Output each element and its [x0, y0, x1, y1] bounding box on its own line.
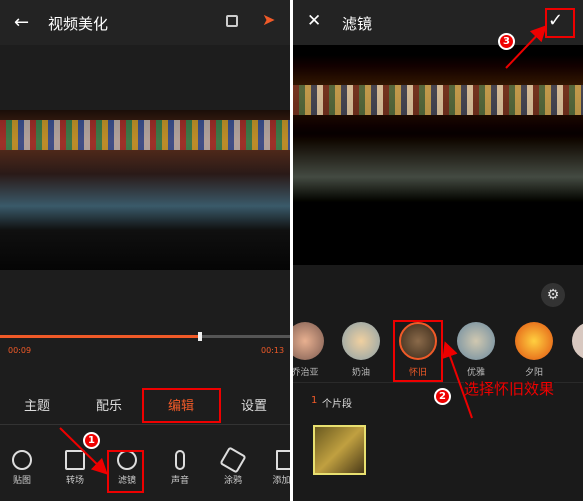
arrow-2 — [442, 341, 473, 419]
annotation-arrows — [59, 25, 547, 475]
arrow-3 — [505, 25, 547, 69]
arrow-1 — [59, 427, 108, 475]
